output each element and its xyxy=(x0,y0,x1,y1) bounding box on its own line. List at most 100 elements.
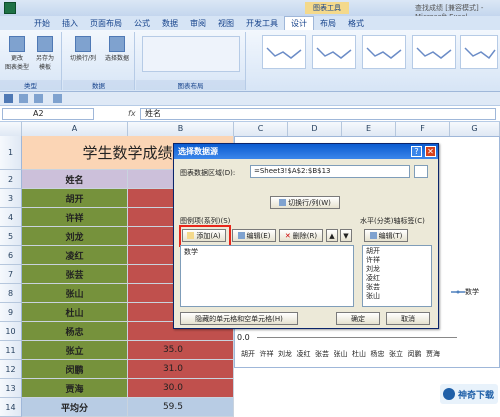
tab-data[interactable]: 数据 xyxy=(156,17,184,30)
chart-style-2[interactable] xyxy=(312,35,356,69)
name-cell[interactable]: 胡开 xyxy=(22,189,128,208)
row-header[interactable]: 8 xyxy=(0,284,22,303)
undo-icon[interactable] xyxy=(19,94,28,103)
name-box[interactable]: A2 xyxy=(2,108,94,120)
tab-view[interactable]: 视图 xyxy=(212,17,240,30)
formula-input[interactable]: 姓名 xyxy=(140,108,496,120)
name-cell[interactable]: 贾海 xyxy=(22,379,128,398)
cancel-button[interactable]: 取消 xyxy=(386,312,430,325)
tab-design[interactable]: 设计 xyxy=(284,16,314,30)
row-header[interactable]: 13 xyxy=(0,379,22,398)
save-icon[interactable] xyxy=(4,94,13,103)
score-cell[interactable]: 30.0 xyxy=(128,379,234,398)
tab-home[interactable]: 开始 xyxy=(28,17,56,30)
series-list[interactable]: 数学 xyxy=(180,245,354,307)
axis-labels-list[interactable]: 胡开 许祥 刘龙 凌红 张芸 张山 xyxy=(362,245,432,307)
watermark-logo-icon xyxy=(443,388,455,400)
name-cell[interactable]: 张立 xyxy=(22,341,128,360)
row-header[interactable]: 2 xyxy=(0,170,22,189)
x-tick-label: 杜山 xyxy=(352,350,366,358)
row-header[interactable]: 3 xyxy=(0,189,22,208)
close-icon[interactable]: ✕ xyxy=(425,146,436,157)
name-cell[interactable]: 刘龙 xyxy=(22,227,128,246)
select-all-corner[interactable] xyxy=(0,122,22,136)
column-header-g[interactable]: G xyxy=(450,122,500,136)
name-cell[interactable]: 张芸 xyxy=(22,265,128,284)
remove-series-button[interactable]: ✕ 删除(R) xyxy=(279,229,323,242)
row-header[interactable]: 9 xyxy=(0,303,22,322)
name-cell[interactable]: 凌红 xyxy=(22,246,128,265)
move-up-button[interactable]: ▲ xyxy=(326,229,338,242)
axis-label-item[interactable]: 张山 xyxy=(366,292,428,301)
series-item[interactable]: 数学 xyxy=(181,246,353,258)
name-cell[interactable]: 张山 xyxy=(22,284,128,303)
x-tick-label: 张立 xyxy=(389,350,403,358)
template-icon xyxy=(37,36,53,52)
help-icon[interactable]: ? xyxy=(411,146,422,157)
column-header-c[interactable]: C xyxy=(234,122,288,136)
axis-label-item[interactable]: 胡开 xyxy=(366,247,428,256)
row-header[interactable]: 1 xyxy=(0,136,22,170)
row-header[interactable]: 14 xyxy=(0,398,22,417)
excel-logo-icon[interactable] xyxy=(4,2,16,14)
name-header-cell[interactable]: 姓名 xyxy=(22,170,128,189)
change-chart-type-button[interactable]: 更改 图表类型 xyxy=(4,36,30,71)
score-cell[interactable]: 59.5 xyxy=(128,398,234,417)
x-tick-label: 张山 xyxy=(333,350,348,358)
row-header[interactable]: 12 xyxy=(0,360,22,379)
name-cell[interactable]: 许祥 xyxy=(22,208,128,227)
edit-axis-button[interactable]: 编辑(T) xyxy=(364,229,408,242)
row-header[interactable]: 7 xyxy=(0,265,22,284)
tab-review[interactable]: 审阅 xyxy=(184,17,212,30)
print-icon[interactable] xyxy=(53,94,62,103)
arrow-up-icon: ▲ xyxy=(329,231,335,240)
name-cell[interactable]: 闵鹏 xyxy=(22,360,128,379)
column-header-a[interactable]: A xyxy=(22,122,128,136)
name-cell[interactable]: 杜山 xyxy=(22,303,128,322)
tab-developer[interactable]: 开发工具 xyxy=(240,17,284,30)
row-header[interactable]: 5 xyxy=(0,227,22,246)
tab-insert[interactable]: 插入 xyxy=(56,17,84,30)
tab-page-layout[interactable]: 页面布局 xyxy=(84,17,128,30)
name-cell[interactable]: 平均分 xyxy=(22,398,128,417)
score-cell[interactable]: 35.0 xyxy=(128,341,234,360)
axis-label-item[interactable]: 张芸 xyxy=(366,283,428,292)
layout-gallery[interactable] xyxy=(142,36,240,72)
axis-label-item[interactable]: 刘龙 xyxy=(366,265,428,274)
score-cell[interactable]: 31.0 xyxy=(128,360,234,379)
hidden-cells-button[interactable]: 隐藏的单元格和空单元格(H) xyxy=(180,312,298,325)
x-tick-label: 胡开 xyxy=(241,350,255,358)
column-header-f[interactable]: F xyxy=(396,122,450,136)
column-header-d[interactable]: D xyxy=(288,122,342,136)
row-header[interactable]: 4 xyxy=(0,208,22,227)
redo-icon[interactable] xyxy=(34,94,43,103)
save-as-template-button[interactable]: 另存为 模板 xyxy=(32,36,58,71)
tab-format[interactable]: 格式 xyxy=(342,17,370,30)
row-header[interactable]: 11 xyxy=(0,341,22,360)
tab-formulas[interactable]: 公式 xyxy=(128,17,156,30)
chart-style-1[interactable] xyxy=(262,35,306,69)
tab-layout[interactable]: 布局 xyxy=(314,17,342,30)
column-header-b[interactable]: B xyxy=(128,122,234,136)
column-header-e[interactable]: E xyxy=(342,122,396,136)
name-cell[interactable]: 杨忠 xyxy=(22,322,128,341)
axis-label-item[interactable]: 凌红 xyxy=(366,274,428,283)
move-down-button[interactable]: ▼ xyxy=(340,229,352,242)
legend-label: 数学 xyxy=(465,288,479,296)
range-input[interactable]: =Sheet3!$A$2:$B$13 xyxy=(250,165,410,178)
legend[interactable]: 数学 xyxy=(451,287,479,297)
select-data-button[interactable]: 选择数据 xyxy=(101,36,133,62)
chart-style-5[interactable] xyxy=(460,35,498,69)
select-data-source-dialog: 选择数据源 ? ✕ 图表数据区域(D): =Sheet3!$A$2:$B$13 … xyxy=(173,143,439,329)
ok-button[interactable]: 确定 xyxy=(336,312,380,325)
switch-row-column-button[interactable]: 切换行/列 xyxy=(67,36,99,62)
edit-series-button[interactable]: 编辑(E) xyxy=(232,229,276,242)
chart-style-4[interactable] xyxy=(412,35,456,69)
chart-style-3[interactable] xyxy=(362,35,406,69)
row-header[interactable]: 10 xyxy=(0,322,22,341)
switch-row-column-dialog-button[interactable]: 切换行/列(W) xyxy=(270,196,340,209)
axis-label-item[interactable]: 许祥 xyxy=(366,256,428,265)
range-collapse-icon[interactable] xyxy=(414,165,428,178)
fx-icon[interactable]: fx xyxy=(128,109,136,118)
row-header[interactable]: 6 xyxy=(0,246,22,265)
